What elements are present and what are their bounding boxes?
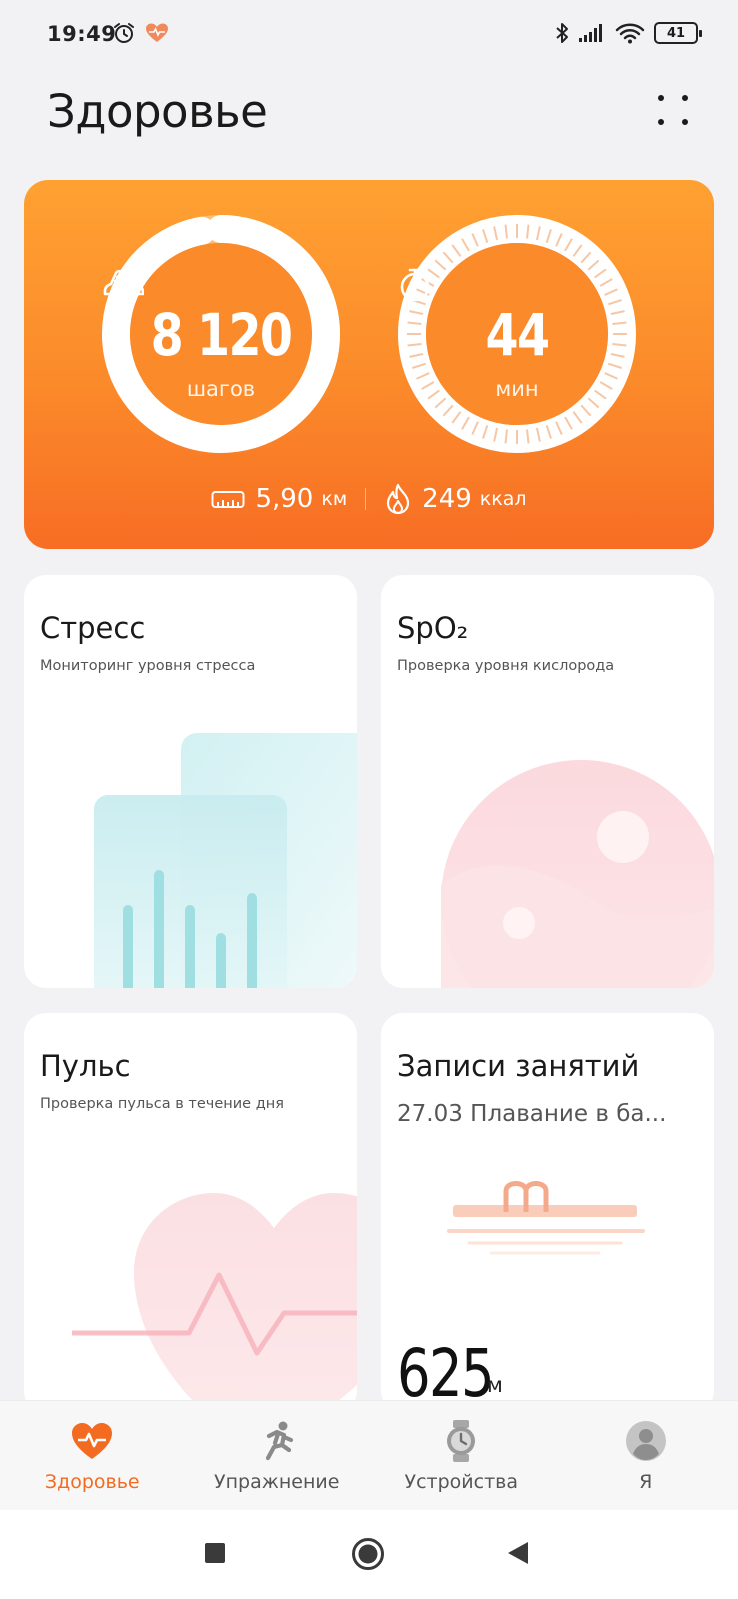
back-icon[interactable] (506, 1540, 530, 1571)
bottom-nav: Здоровье Упражнение Устройства Я (0, 1400, 738, 1510)
workout-last-entry: 27.03 Плавание в ба... (397, 1101, 667, 1127)
pulse-subtitle: Проверка пульса в течение дня (40, 1096, 284, 1112)
nav-label-devices: Устройства (404, 1471, 518, 1493)
health-heart-icon (146, 23, 168, 42)
watch-icon (439, 1419, 483, 1463)
battery-level: 41 (666, 25, 686, 41)
home-icon[interactable] (351, 1537, 385, 1576)
activity-stats: 5,90 км 249 ккал (24, 483, 714, 515)
system-nav-bar (0, 1510, 738, 1599)
nav-label-me: Я (639, 1471, 653, 1493)
page-title: Здоровье (47, 85, 268, 138)
nav-item-devices[interactable]: Устройства (369, 1401, 554, 1510)
workout-records-tile[interactable]: Записи занятий 27.03 Плавание в ба... 62… (381, 1013, 714, 1413)
grid-dots-icon[interactable] (653, 90, 693, 130)
steps-ring[interactable]: 8 120 шагов (102, 215, 340, 453)
nav-item-exercise[interactable]: Упражнение (185, 1401, 370, 1510)
active-time-value: 44 (485, 301, 551, 369)
calories-stat: 249 ккал (384, 483, 527, 515)
stress-subtitle: Мониторинг уровня стресса (40, 658, 256, 674)
spo2-tile[interactable]: SpO₂ Проверка уровня кислорода (381, 575, 714, 988)
spo2-title: SpO₂ (397, 611, 469, 645)
steps-unit: шагов (186, 377, 256, 401)
running-icon (255, 1419, 299, 1463)
calories-value: 249 (422, 484, 472, 514)
active-time-unit: мин (495, 377, 539, 401)
status-left-icons (113, 22, 169, 44)
ruler-icon (211, 491, 245, 508)
workout-distance-unit: м (487, 1373, 503, 1397)
distance-stat: 5,90 км (211, 484, 347, 514)
stress-tile[interactable]: Стресс Мониторинг уровня стресса (24, 575, 357, 988)
signal-icon (579, 24, 602, 42)
pulse-title: Пульс (40, 1049, 131, 1083)
heart-pulse-icon (70, 1419, 114, 1463)
stress-title: Стресс (40, 611, 146, 645)
avatar-icon (624, 1419, 668, 1463)
activity-card[interactable]: 8 120 шагов 44 мин 5,90 км 249 ккал (24, 180, 714, 549)
stat-divider (365, 488, 367, 510)
status-time: 19:49 (47, 22, 117, 46)
nav-label-health: Здоровье (44, 1471, 140, 1493)
alarm-icon (114, 23, 134, 43)
bluetooth-icon (556, 23, 568, 43)
calories-unit: ккал (479, 488, 527, 510)
flame-icon (387, 483, 410, 515)
spo2-subtitle: Проверка уровня кислорода (397, 658, 615, 674)
recent-apps-icon[interactable] (204, 1542, 226, 1569)
battery-icon: 41 (654, 22, 702, 44)
active-time-ring[interactable]: 44 мин (398, 215, 636, 453)
distance-unit: км (321, 488, 348, 510)
steps-value: 8 120 (150, 301, 293, 369)
pulse-tile[interactable]: Пульс Проверка пульса в течение дня (24, 1013, 357, 1413)
nav-item-health[interactable]: Здоровье (0, 1401, 185, 1510)
nav-label-exercise: Упражнение (214, 1471, 340, 1493)
status-bar: 19:49 41 (0, 0, 738, 70)
wifi-icon (615, 23, 645, 44)
distance-value: 5,90 (255, 484, 314, 514)
workout-records-title: Записи занятий (397, 1049, 640, 1083)
nav-item-me[interactable]: Я (554, 1401, 738, 1510)
status-right-icons: 41 (555, 22, 702, 44)
